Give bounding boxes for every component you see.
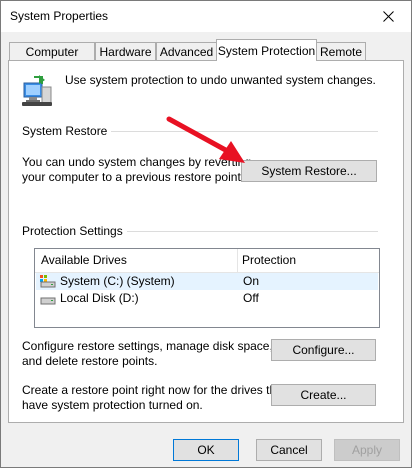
configure-description: Configure restore settings, manage disk … (22, 339, 273, 369)
drive-name: Local Disk (D:) (60, 291, 139, 305)
cancel-button[interactable]: Cancel (256, 439, 322, 461)
tab-system-protection[interactable]: System Protection (216, 39, 317, 61)
tab-hardware[interactable]: Hardware (95, 42, 156, 60)
column-separator (237, 249, 238, 272)
window-title: System Properties (10, 9, 109, 23)
protection-settings-group-label: Protection Settings (22, 224, 127, 238)
column-available-drives[interactable]: Available Drives (41, 253, 127, 267)
close-icon (382, 11, 394, 22)
drive-protection-status: On (243, 274, 260, 288)
ok-button[interactable]: OK (173, 439, 239, 461)
drive-row-local-d[interactable]: Local Disk (D:) Off (36, 290, 378, 307)
protection-settings-divider (115, 231, 378, 232)
apply-button[interactable]: Apply (334, 439, 400, 461)
available-drives-list[interactable]: Available Drives Protection System (C:) … (34, 248, 380, 328)
tab-remote[interactable]: Remote (316, 42, 366, 60)
system-protection-computer-icon (22, 75, 52, 106)
drive-protection-status: Off (243, 291, 259, 305)
system-restore-description-line2: your computer to a previous restore poin… (22, 170, 245, 184)
system-properties-window: System Properties Computer Name Hardware… (0, 0, 412, 468)
create-button[interactable]: Create... (271, 384, 376, 406)
drive-name: System (C:) (System) (60, 274, 175, 288)
system-restore-group-label: System Restore (22, 124, 112, 138)
column-protection[interactable]: Protection (242, 253, 296, 267)
system-restore-button[interactable]: System Restore... (241, 160, 377, 182)
title-bar: System Properties (1, 1, 411, 32)
configure-button[interactable]: Configure... (271, 339, 376, 361)
create-description: Create a restore point right now for the… (22, 383, 286, 413)
local-drive-icon (40, 297, 56, 305)
system-drive-icon (40, 275, 56, 288)
tab-computer-name[interactable]: Computer Name (9, 42, 95, 77)
drives-list-header: Available Drives Protection (35, 249, 379, 273)
intro-text: Use system protection to undo unwanted s… (65, 73, 376, 87)
tab-advanced[interactable]: Advanced (156, 42, 217, 60)
configure-description-line1: Configure restore settings, manage disk … (22, 339, 273, 353)
red-arrow-annotation (166, 116, 245, 163)
close-button[interactable] (365, 1, 411, 32)
create-description-line2: have system protection turned on. (22, 398, 203, 412)
create-description-line1: Create a restore point right now for the… (22, 383, 287, 397)
drive-row-system-c[interactable]: System (C:) (System) On (36, 273, 378, 290)
configure-description-line2: and delete restore points. (22, 354, 158, 368)
